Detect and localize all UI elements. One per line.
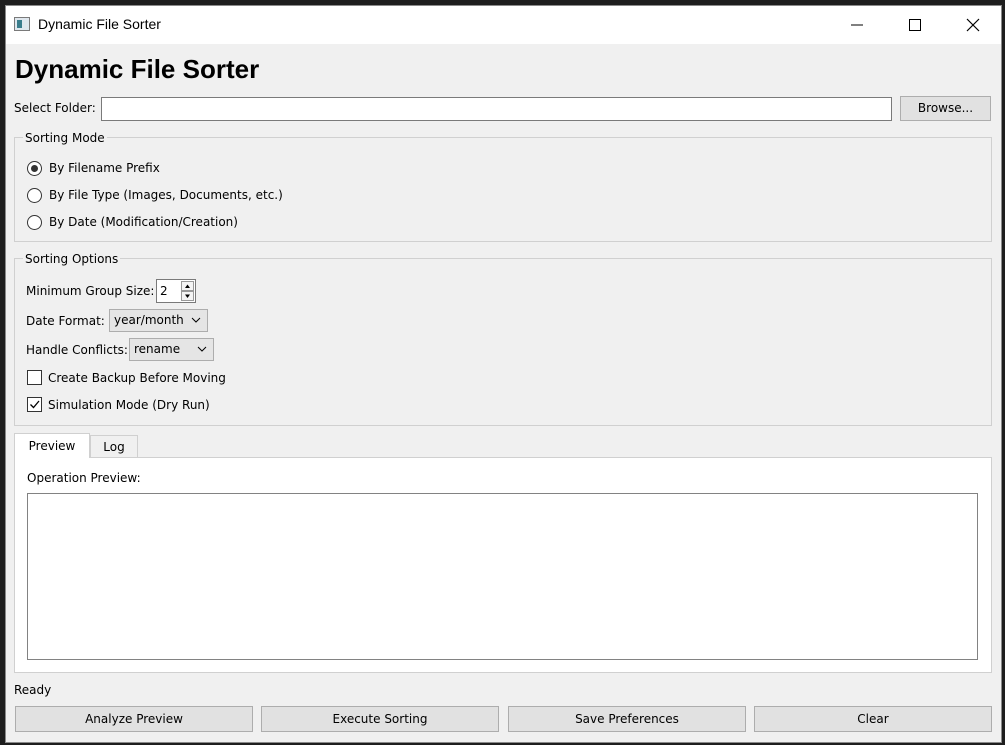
window-title: Dynamic File Sorter	[38, 16, 161, 32]
backup-checkbox[interactable]	[27, 370, 42, 385]
tab-log[interactable]: Log	[90, 435, 138, 458]
radio-date[interactable]	[27, 215, 42, 230]
min-group-size-value: 2	[160, 284, 168, 298]
app-icon	[14, 17, 30, 31]
close-icon	[966, 18, 980, 32]
radio-file-type-label: By File Type (Images, Documents, etc.)	[49, 188, 283, 202]
simulation-checkbox-label: Simulation Mode (Dry Run)	[48, 398, 210, 412]
radio-file-type[interactable]	[27, 188, 42, 203]
maximize-button[interactable]	[886, 6, 944, 44]
chevron-down-icon	[191, 317, 201, 323]
radio-date-label: By Date (Modification/Creation)	[49, 215, 238, 229]
browse-button[interactable]: Browse...	[900, 96, 991, 121]
simulation-checkbox[interactable]	[27, 397, 42, 412]
min-group-size-label: Minimum Group Size:	[26, 284, 155, 298]
save-preferences-button[interactable]: Save Preferences	[508, 706, 746, 732]
operation-preview-label: Operation Preview:	[27, 471, 141, 485]
sorting-mode-title: Sorting Mode	[23, 131, 107, 145]
sorting-options-title: Sorting Options	[23, 252, 121, 266]
min-group-size-spinbox[interactable]: 2	[156, 279, 196, 303]
radio-filename-prefix-label: By Filename Prefix	[49, 161, 160, 175]
maximize-icon	[909, 19, 921, 31]
title-bar: Dynamic File Sorter	[6, 6, 1001, 44]
handle-conflicts-select[interactable]: rename	[129, 338, 214, 361]
checkmark-icon	[30, 400, 40, 409]
backup-checkbox-label: Create Backup Before Moving	[48, 371, 226, 385]
chevron-down-icon	[197, 346, 207, 352]
page-title: Dynamic File Sorter	[15, 54, 260, 84]
analyze-preview-button[interactable]: Analyze Preview	[15, 706, 253, 732]
date-format-value: year/month	[114, 313, 184, 327]
close-button[interactable]	[944, 6, 1002, 44]
handle-conflicts-label: Handle Conflicts:	[26, 343, 128, 357]
spin-down-button[interactable]	[181, 291, 194, 301]
minimize-icon	[851, 24, 863, 26]
spin-up-button[interactable]	[181, 281, 194, 291]
execute-sorting-button[interactable]: Execute Sorting	[261, 706, 499, 732]
arrow-up-icon	[185, 284, 190, 288]
handle-conflicts-value: rename	[134, 342, 181, 356]
folder-path-input[interactable]	[101, 97, 892, 121]
select-folder-label: Select Folder:	[14, 101, 96, 115]
tab-preview[interactable]: Preview	[14, 433, 90, 458]
radio-filename-prefix[interactable]	[27, 161, 42, 176]
status-text: Ready	[14, 683, 52, 697]
minimize-button[interactable]	[828, 6, 886, 44]
app-window: Dynamic File Sorter Dynamic File Sorter …	[5, 5, 1002, 743]
arrow-down-icon	[185, 294, 190, 298]
date-format-label: Date Format:	[26, 314, 105, 328]
clear-button[interactable]: Clear	[754, 706, 992, 732]
operation-preview-textarea[interactable]	[27, 493, 978, 660]
date-format-select[interactable]: year/month	[109, 309, 208, 332]
